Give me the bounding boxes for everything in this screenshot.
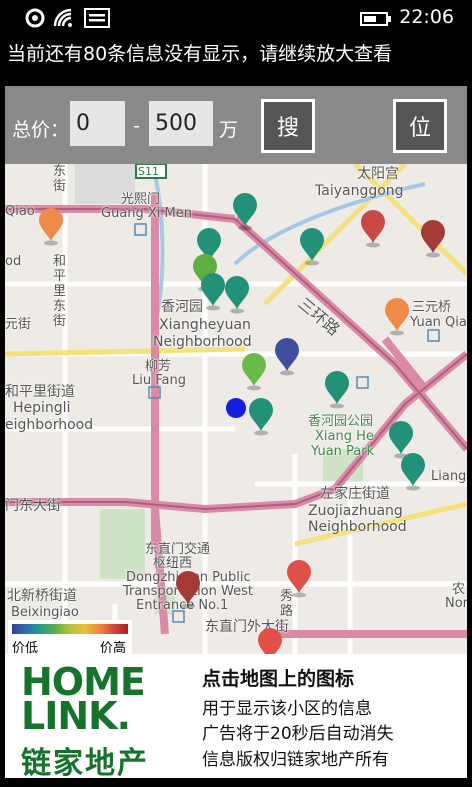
unit-label: 万 [219, 119, 239, 141]
range-separator: - [133, 115, 140, 137]
listing-marker[interactable] [383, 296, 411, 336]
price-legend: 价低 价高 [8, 620, 132, 654]
ad-line: 信息版权归链家地产所有 [202, 750, 389, 770]
total-price-label: 总价： [12, 119, 70, 141]
map-label: 三元桥 [412, 300, 452, 315]
listing-marker[interactable] [273, 336, 301, 376]
sync-icon [25, 8, 45, 32]
listing-marker[interactable] [37, 206, 65, 246]
listing-marker[interactable] [223, 274, 251, 314]
ad-line: 广告将于20秒后自动消失 [202, 724, 394, 744]
map-label: Taiyanggong [315, 183, 404, 199]
map-label: Liu Fang [132, 373, 186, 388]
status-bar: 22:06 [0, 0, 472, 36]
ad-banner[interactable]: HOME LINK. 链家地产 点击地图上的图标 用于显示该小区的信息 广告将于… [5, 654, 467, 781]
listing-marker[interactable] [285, 558, 313, 598]
map-label: 香河园 [161, 299, 203, 315]
map-label: Neighborhood [153, 334, 252, 350]
listing-marker[interactable] [174, 569, 202, 609]
legend-low-label: 价低 [12, 641, 39, 654]
message-icon [84, 8, 110, 32]
price-filter-panel: 总价： - 万 搜 位 [5, 86, 467, 164]
listing-marker[interactable] [247, 396, 275, 436]
map-label: 北新桥街道 [7, 588, 77, 604]
price-gradient-bar [12, 624, 128, 634]
notice-text: 当前还有80条信息没有显示，请继续放大查看 [7, 43, 393, 65]
map-label: eighborhood [5, 417, 94, 433]
ad-line: 用于显示该小区的信息 [202, 699, 372, 719]
battery-icon [360, 11, 392, 30]
map-label: 农 [452, 582, 466, 597]
current-location-dot [226, 398, 246, 418]
legend-high-label: 价高 [99, 641, 126, 654]
listing-marker[interactable] [359, 208, 387, 248]
map-label: 门东大街 [5, 498, 61, 514]
max-price-input[interactable] [149, 101, 213, 146]
listing-marker[interactable] [240, 351, 268, 391]
listing-marker[interactable] [399, 451, 427, 491]
map-label: Hepingli [13, 400, 71, 416]
map-label: Nor [445, 596, 467, 611]
listing-marker[interactable] [419, 218, 447, 258]
map-label: Neighborhood [308, 519, 407, 535]
map-label: 柳芳 [145, 359, 172, 374]
ad-title: 点击地图上的图标 [202, 668, 355, 690]
listing-marker[interactable] [256, 626, 284, 654]
listing-marker[interactable] [231, 191, 259, 231]
locate-button[interactable]: 位 [393, 99, 447, 153]
map-label: 左家庄街道 [320, 486, 390, 502]
map-label: Guang Xi Men [101, 206, 193, 221]
wifi-icon [53, 8, 75, 32]
map-label: S11 [138, 165, 159, 178]
map-label: 和 平 里 东 街 [53, 254, 67, 329]
map-label: Xiang He [315, 429, 374, 444]
map-label: 和平里街道 [5, 384, 75, 400]
min-price-input[interactable] [70, 101, 125, 146]
clock: 22:06 [399, 6, 454, 28]
map-label: Liang [431, 469, 467, 484]
logo-chinese: 链家地产 [21, 746, 149, 781]
logo-line2: LINK. [21, 694, 131, 738]
map-label: Yuan Park [311, 444, 375, 459]
map-view[interactable]: 东 街 S11 光熙门 Guang Xi Men Qiao od 太阳宫 Tai… [5, 164, 467, 654]
map-label: 太阳宫 [357, 166, 399, 182]
map-label: 光熙门 [121, 192, 161, 207]
map-label: 香河园公园 [308, 414, 374, 429]
map-label: Zuojiazhuang [308, 503, 403, 519]
listing-marker[interactable] [298, 226, 326, 266]
map-label: Xiangheyuan [159, 317, 251, 333]
map-label: 元街 [5, 317, 32, 332]
map-label: Yuan Qia [410, 315, 467, 330]
map-label: 东直门交通 [145, 542, 211, 557]
listing-marker[interactable] [323, 369, 351, 409]
map-label: 东 街 [53, 164, 67, 194]
map-label: od [5, 254, 22, 269]
map-label: Beixingiao [11, 605, 79, 620]
search-button[interactable]: 搜 [261, 99, 315, 153]
homelink-logo: HOME LINK. 链家地产 [21, 662, 191, 781]
map-label: Qiao [5, 204, 35, 219]
